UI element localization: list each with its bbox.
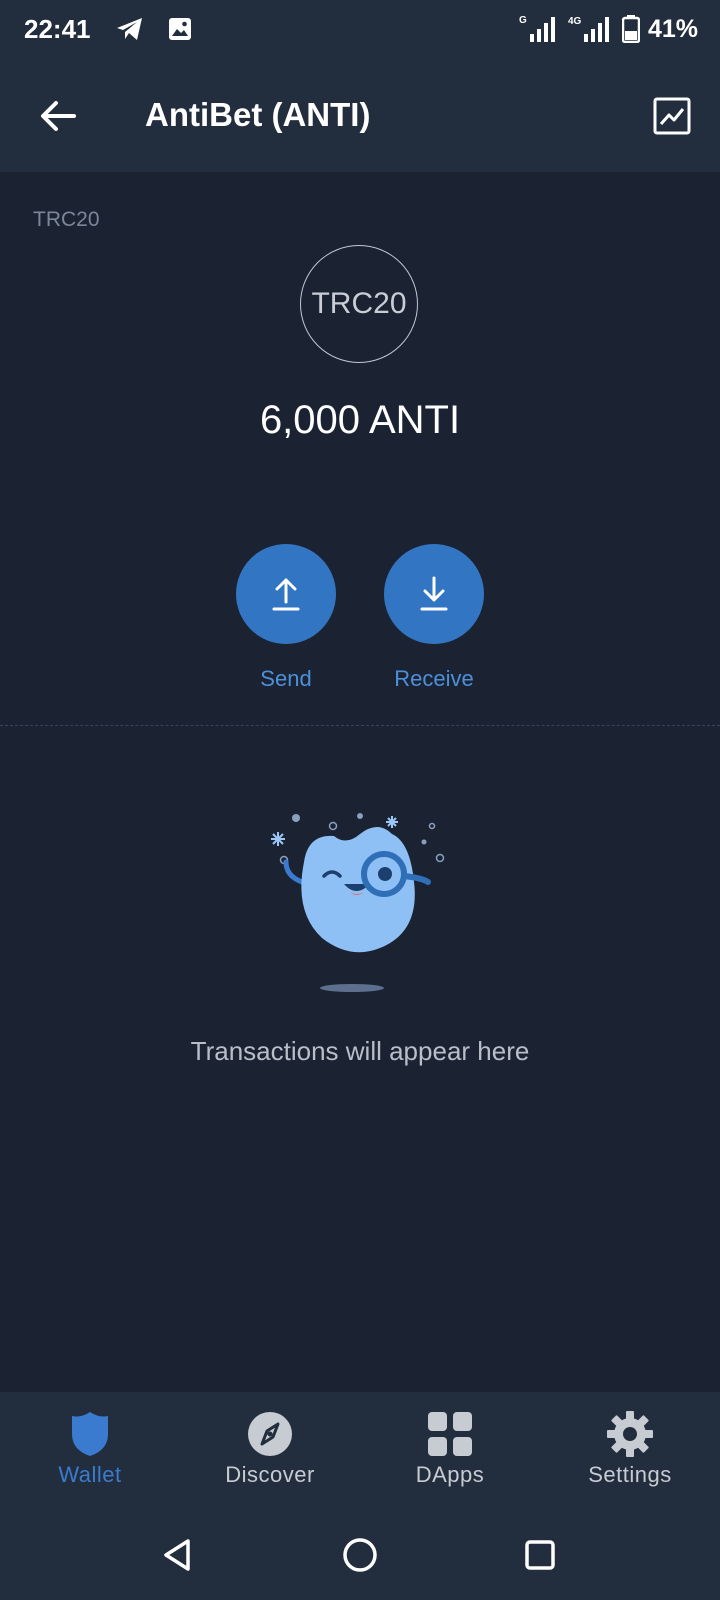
receive-button[interactable]: Receive (384, 544, 484, 692)
nav-label-settings: Settings (588, 1462, 672, 1487)
signal-g-label: G (519, 15, 527, 26)
nav-item-settings[interactable]: Settings (540, 1392, 720, 1508)
back-button[interactable] (34, 92, 82, 140)
empty-transactions-text: Transactions will appear here (190, 1036, 530, 1066)
send-button[interactable]: Send (236, 544, 336, 692)
network-tag: TRC20 (33, 208, 100, 231)
signal-4g-label: 4G (568, 16, 582, 27)
system-nav-bar (0, 1508, 720, 1600)
status-time: 22:41 (24, 14, 91, 44)
recents-square-icon[interactable] (520, 1535, 560, 1575)
token-logo: TRC20 (300, 245, 418, 363)
receive-circle[interactable] (384, 544, 484, 644)
section-divider (0, 725, 720, 726)
signal-4g-icon: 4G (568, 16, 609, 42)
nav-item-wallet[interactable]: Wallet (0, 1392, 180, 1508)
send-label[interactable]: Send (236, 666, 336, 692)
page-title: AntiBet (ANTI) (145, 96, 371, 133)
bottom-nav: Wallet Discover DApps Settings (0, 1392, 720, 1508)
nav-label-discover: Discover (225, 1462, 315, 1487)
home-circle-icon[interactable] (340, 1535, 380, 1575)
telegram-icon (117, 18, 142, 40)
battery-percent: 41% (647, 14, 698, 43)
token-logo-text: TRC20 (311, 287, 407, 320)
back-triangle-icon[interactable] (158, 1535, 198, 1575)
nav-label-wallet: Wallet (58, 1462, 122, 1487)
grid-icon (428, 1412, 472, 1456)
compass-icon (248, 1412, 292, 1456)
status-bar: 22:41 G 4G 41% (0, 0, 720, 62)
upload-arrow-icon (272, 578, 300, 611)
nav-item-dapps[interactable]: DApps (360, 1392, 540, 1508)
empty-state-illustration-icon (271, 813, 445, 992)
gear-icon (607, 1411, 653, 1457)
app-bar: AntiBet (ANTI) (0, 62, 720, 172)
signal-g-icon: G (519, 15, 555, 42)
image-icon (169, 18, 191, 40)
price-chart-button[interactable] (652, 96, 692, 136)
nav-item-discover[interactable]: Discover (180, 1392, 360, 1508)
battery-icon (621, 15, 640, 43)
arrow-left-icon (41, 101, 76, 131)
token-balance: 6,000 ANTI (259, 398, 461, 442)
shield-icon (72, 1412, 108, 1456)
send-circle[interactable] (236, 544, 336, 644)
price-chart-icon (653, 97, 691, 135)
nav-label-dapps: DApps (415, 1462, 485, 1487)
download-arrow-icon (420, 576, 448, 611)
receive-label[interactable]: Receive (384, 666, 484, 692)
